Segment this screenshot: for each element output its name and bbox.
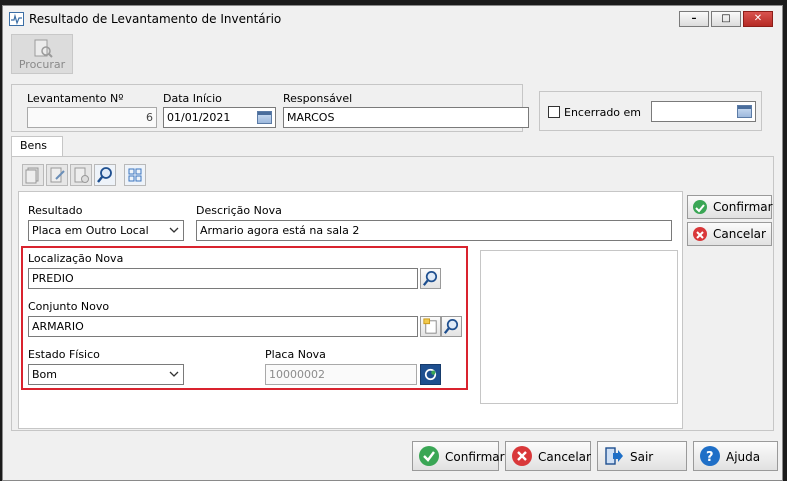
minimize-button[interactable]: – [679,11,709,27]
cancel-label: Cancelar [538,450,591,464]
confirm-button[interactable]: Confirmar [412,441,505,471]
calendar-icon[interactable] [737,105,752,118]
levantamento-field[interactable]: 6 [27,107,157,128]
procurar-label: Procurar [18,58,66,71]
confirm-label: Confirmar [445,450,505,464]
close-button[interactable]: ✕ [743,11,773,27]
descricao-field[interactable]: Armario agora está na sala 2 [196,220,672,241]
close-icon [512,446,532,466]
new-item-button[interactable] [22,164,44,186]
data-inicio-label: Data Início [163,92,222,105]
side-confirm-label: Confirmar [713,200,773,214]
edit-document-icon [50,167,65,183]
side-cancel-button[interactable]: Cancelar [687,222,772,246]
encerrado-label: Encerrado em [564,106,642,119]
resultado-select[interactable]: Placa em Outro Local [28,220,184,241]
edit-item-button[interactable] [46,164,68,186]
help-icon: ? [700,446,720,466]
responsavel-field[interactable]: MARCOS [283,107,529,128]
data-inicio-field[interactable]: 01/01/2021 [163,107,276,128]
resultado-label: Resultado [28,204,83,217]
side-image-box [480,250,678,404]
exit-button[interactable]: Sair [597,441,687,471]
close-icon [693,227,707,241]
exit-door-icon [604,446,624,466]
search-item-button[interactable] [94,164,116,186]
form-area: Resultado Placa em Outro Local Descrição… [18,191,683,429]
levantamento-label: Levantamento Nº [27,92,124,105]
highlight-box [21,246,468,390]
window-title: Resultado de Levantamento de Inventário [29,12,282,26]
title-bar: Resultado de Levantamento de Inventário … [3,6,782,32]
data-inicio-value: 01/01/2021 [167,111,231,124]
inventory-result-window: Resultado de Levantamento de Inventário … [2,5,783,481]
bens-tab-panel: Resultado Placa em Outro Local Descrição… [11,156,774,431]
encerrado-checkbox[interactable] [548,106,560,118]
tab-bens-label: Bens [20,139,48,152]
maximize-icon: □ [721,13,731,24]
descricao-label: Descrição Nova [196,204,282,217]
svg-text:?: ? [706,450,714,465]
encerrado-panel: Encerrado em [539,91,762,131]
toolbar: Procurar [3,32,782,78]
chevron-down-icon [169,227,179,233]
encerrado-date-field[interactable] [651,101,756,122]
delete-document-icon [74,167,89,183]
procurar-button[interactable]: Procurar [11,34,73,74]
tab-bens[interactable]: Bens [11,136,63,156]
help-button[interactable]: ? Ajuda [693,441,778,471]
check-icon [419,446,439,466]
search-icon [97,167,112,183]
search-document-icon [34,39,53,58]
side-confirm-button[interactable]: Confirmar [687,195,773,219]
grid-icon [128,168,142,182]
check-icon [693,200,707,214]
responsavel-label: Responsável [283,92,353,105]
help-label: Ajuda [726,450,761,464]
cancel-button[interactable]: Cancelar [505,441,591,471]
exit-label: Sair [630,450,654,464]
minimize-icon: – [691,13,697,24]
grid-view-button[interactable] [124,164,146,186]
side-cancel-label: Cancelar [713,227,766,241]
new-document-icon [25,167,39,184]
app-icon [9,12,24,26]
delete-item-button[interactable] [70,164,92,186]
resultado-value: Placa em Outro Local [32,224,149,237]
close-icon: ✕ [753,13,763,24]
header-panel: Levantamento Nº 6 Data Início 01/01/2021… [11,84,529,132]
maximize-button[interactable]: □ [711,11,741,27]
calendar-icon[interactable] [257,111,272,124]
